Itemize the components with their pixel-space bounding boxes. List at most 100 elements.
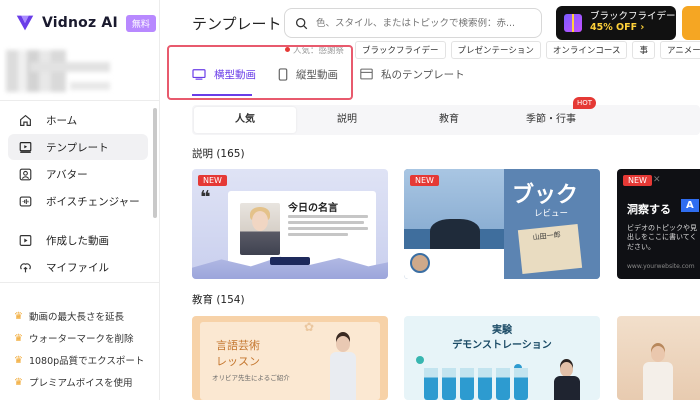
free-badge: 無料 [125,14,156,32]
card-title: ブック [512,183,579,208]
landscape-icon [192,68,206,80]
avatar-icon [18,167,32,181]
premium-item[interactable]: ♛ ウォーターマークを削除 [14,327,159,349]
crown-icon: ♛ [14,332,23,344]
tab-label: 横型動画 [214,68,256,81]
sidebar-item-label: ホーム [46,114,78,127]
premium-item-label: ウォーターマークを削除 [28,334,134,345]
upgrade-button[interactable] [682,6,700,40]
sidebar-divider [0,282,159,283]
tab-my-templates[interactable]: 私のテンプレート [360,62,465,86]
sidebar-item-home[interactable]: ホーム [8,107,148,133]
search-input[interactable] [316,17,536,29]
sidebar-scrollbar[interactable] [153,108,157,218]
black-friday-banner[interactable]: ブラックフライデー 45% OFF › [556,6,676,40]
avatar [554,362,580,400]
note-text: 山田一郎 [532,230,561,242]
voice-changer-icon [18,194,32,208]
brand-logo[interactable]: Vidnoz AI 無料 [14,12,156,34]
sidebar-item-my-files[interactable]: マイファイル [8,254,148,280]
template-icon [18,140,32,154]
tag-chip[interactable]: ブラックフライデー [355,41,446,59]
sidebar-nav: ホーム テンプレート アバター ボイスチェンジャー 作成した動画 マイファイル [8,107,148,281]
sidebar-item-avatar[interactable]: アバター [8,161,148,187]
crown-icon: ♛ [14,376,23,388]
search-box[interactable] [284,8,542,38]
template-card[interactable]: NEW ❝ 今日の名言 [192,169,388,279]
upload-icon [18,260,32,274]
sidebar-item-label: 作成した動画 [46,234,109,247]
search-icon [295,17,308,29]
page-title: テンプレート [192,15,282,33]
new-badge: NEW [198,175,227,186]
tag-chip[interactable]: プレゼンテーション [450,41,541,59]
home-icon [18,113,32,127]
sidebar-item-my-videos[interactable]: 作成した動画 [8,227,148,253]
sidebar-item-templates[interactable]: テンプレート [8,134,148,160]
card-text: ビデオのトピックや見出しをここに書いてください。 [627,224,697,251]
quote-icon: ❝ [200,187,211,208]
template-card[interactable]: ✿ 言語芸術 レッスン オリビア先生によるご紹介 [192,316,388,400]
portrait-icon [278,67,288,81]
card-title-line: 言語芸術 [216,339,260,352]
new-badge: NEW [410,175,439,186]
orientation-tabs: 横型動画 縦型動画 私のテンプレート [192,62,487,96]
hot-badge: HOT [572,97,596,109]
leaf-icon: ✿ [304,320,315,334]
card-url: www.yourwebsite.com [627,263,695,270]
template-card[interactable]: NEW ✕ 洞察する A ビデオのトピックや見出しをここに書いてください。 ww… [617,169,700,279]
tab-portrait[interactable]: 縦型動画 [278,62,338,86]
vidnoz-logo-icon [16,15,34,31]
tab-explainer[interactable]: 説明 [296,107,398,133]
section-title: 教育 (154) [192,294,245,306]
card-accent: A [681,199,699,212]
sidebar-item-voice-changer[interactable]: ボイスチェンジャー [8,188,148,214]
crown-icon: ♛ [14,310,23,322]
card-photo [430,219,480,249]
user-plan-blurred [70,82,110,90]
tag-chip[interactable]: 事 [632,41,655,59]
my-template-icon [360,68,373,80]
premium-item-label: 動画の最大長さを延長 [28,312,124,323]
template-card[interactable]: 実験 デモンストレーション [404,316,600,400]
premium-item[interactable]: ♛ 動画の最大長さを延長 [14,305,159,327]
section-title: 説明 (165) [192,148,245,160]
tag-chip[interactable]: アニメーション [659,41,700,59]
card-title: 洞察する [627,203,671,216]
template-card[interactable] [617,316,700,400]
user-name-blurred [30,62,110,72]
card-title-line: レッスン [216,354,260,368]
sidebar-item-label: マイファイル [46,261,109,274]
card-note: 山田一郎 [517,223,583,275]
card-title-line: 実験 [492,325,512,336]
crown-icon: ♛ [14,354,23,366]
tab-label: 縦型動画 [296,68,338,81]
avatar-photo [240,203,280,255]
tab-seasonal[interactable]: 季節・行事 HOT [500,97,602,133]
premium-item[interactable]: ♛ 1080p品質でエクスポート [14,349,159,371]
card-title: 言語芸術 レッスン [216,338,260,370]
play-icon [18,233,32,247]
banner-discount: 45% OFF › [590,22,645,33]
premium-item-label: プレミアムボイスを使用 [28,378,133,389]
sidebar-item-label: テンプレート [46,141,109,154]
app-root: Vidnoz AI 無料 ホーム テンプレート アバター ボイスチェンジャー 作… [0,0,700,400]
tab-label: 季節・行事 [526,114,576,125]
tab-education[interactable]: 教育 [398,107,500,133]
gift-icon [564,14,582,32]
tag-chip[interactable]: オンラインコース [545,41,628,59]
template-card[interactable]: NEW ブック レビュー 山田一郎 [404,169,600,279]
tab-landscape[interactable]: 横型動画 [192,62,256,96]
brand-name: Vidnoz AI [42,15,118,31]
tab-popular[interactable]: 人気 [194,107,296,133]
avatar [410,253,430,273]
sidebar-item-label: ボイスチェンジャー [46,195,140,208]
tab-label: 私のテンプレート [381,68,465,81]
sidebar-item-label: アバター [46,168,88,181]
premium-features: ♛ 動画の最大長さを延長 ♛ ウォーターマークを削除 ♛ 1080p品質でエクス… [14,305,159,393]
card-text-lines [288,215,368,239]
category-tabs: 人気 説明 教育 季節・行事 HOT [192,97,700,135]
sidebar-divider [0,100,159,101]
premium-item[interactable]: ♛ プレミアムボイスを使用 [14,371,159,393]
card-subtitle: オリビア先生によるご紹介 [212,374,290,382]
